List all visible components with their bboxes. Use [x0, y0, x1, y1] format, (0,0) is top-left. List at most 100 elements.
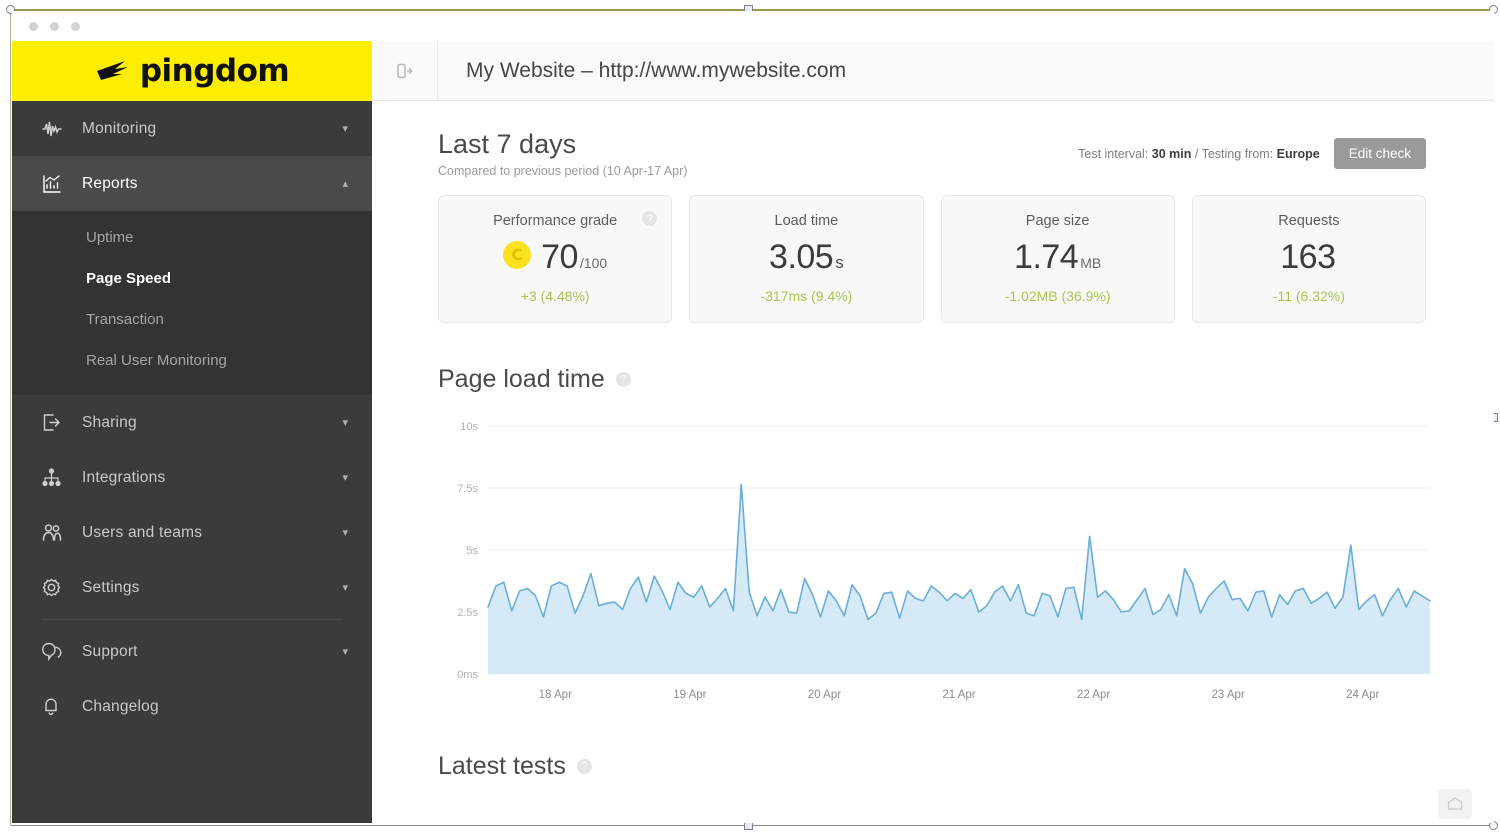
chat-widget-icon[interactable]: [1438, 789, 1472, 819]
testing-from-value: Europe: [1276, 146, 1320, 161]
sidebar-subitem-page-speed[interactable]: Page Speed: [12, 258, 372, 299]
pulse-icon: [42, 120, 68, 138]
page-load-time-section: Page load time ? 10s 7.5s 5s 2.5s 0ms 18 Apr 1…: [372, 323, 1494, 716]
help-icon[interactable]: ?: [642, 211, 658, 226]
metric-card-requests: Requests 163 -11 (6.32%): [1191, 195, 1426, 323]
sidebar-subitem-real-user-monitoring[interactable]: Real User Monitoring: [12, 340, 372, 381]
test-interval-value: 30 min: [1151, 146, 1192, 161]
svg-text:2.5s: 2.5s: [457, 607, 478, 619]
sidebar-subitem-label: Transaction: [86, 311, 164, 328]
content-scroll-area: Last 7 days Compared to previous period …: [372, 101, 1494, 823]
sidebar-item-label: Sharing: [82, 413, 137, 431]
metric-delta: +3 (4.48%): [520, 288, 590, 304]
metric-label: Page size: [1025, 213, 1090, 229]
bell-icon: [42, 697, 68, 716]
brand-logo: pingdom: [95, 53, 290, 89]
svg-text:0ms: 0ms: [457, 669, 478, 681]
sidebar: pingdom Monitoring ▾ Reports ▴ Uptime Pa…: [12, 41, 372, 823]
metric-value: 163: [1280, 238, 1336, 276]
metric-unit: /100: [579, 255, 608, 271]
svg-text:10s: 10s: [460, 421, 478, 433]
period-header: Last 7 days Compared to previous period …: [372, 129, 1494, 178]
sidebar-item-label: Reports: [82, 174, 138, 192]
metric-label: Requests: [1278, 213, 1340, 229]
svg-text:19 Apr: 19 Apr: [673, 689, 706, 701]
period-title: Last 7 days: [438, 129, 577, 159]
metric-delta: -11 (6.32%): [1272, 288, 1345, 304]
chevron-down-icon: ▾: [342, 123, 348, 135]
minimize-window-button[interactable]: [50, 21, 59, 31]
metric-card-load-time: Load time 3.05 s -317ms (9.4%): [689, 195, 924, 323]
sidebar-item-label: Changelog: [82, 697, 159, 715]
brand-name: pingdom: [139, 53, 290, 89]
metric-card-page-size: Page size 1.74 MB -1.02MB (36.9%): [940, 195, 1175, 323]
chat-bubbles-icon: [42, 642, 68, 661]
chart-canvas: 10s 7.5s 5s 2.5s 0ms 18 Apr 19 Apr 20 Apr 21 Apr…: [457, 421, 1431, 701]
metric-value-row: 1.74 MB: [1014, 238, 1101, 277]
pingdom-mark-icon: [96, 61, 128, 80]
section-header: Latest tests ?: [438, 752, 1426, 781]
chevron-up-icon: ▴: [342, 178, 348, 190]
sidebar-item-label: Support: [82, 642, 138, 660]
sidebar-subitem-label: Uptime: [86, 229, 134, 246]
help-icon[interactable]: ?: [615, 372, 631, 387]
svg-text:7.5s: 7.5s: [457, 483, 478, 495]
gear-icon: [42, 578, 68, 597]
test-interval-prefix: Test interval:: [1078, 146, 1149, 161]
svg-text:23 Apr: 23 Apr: [1212, 689, 1245, 701]
sidebar-submenu-reports: Uptime Page Speed Transaction Real User …: [12, 211, 372, 395]
sidebar-item-settings[interactable]: Settings ▾: [12, 560, 372, 615]
selection-border-left: [10, 9, 11, 826]
share-export-icon: [42, 413, 68, 432]
sidebar-subitem-uptime[interactable]: Uptime: [12, 217, 372, 258]
help-icon[interactable]: ?: [576, 759, 592, 774]
sidebar-item-label: Settings: [82, 578, 140, 596]
metric-value-row: 163: [1280, 238, 1337, 277]
sidebar-item-users-and-teams[interactable]: Users and teams ▾: [12, 505, 372, 560]
sidebar-item-support[interactable]: Support ▾: [12, 624, 372, 679]
page-title: My Website – http://www.mywebsite.com: [466, 58, 847, 82]
sidebar-item-sharing[interactable]: Sharing ▾: [12, 395, 372, 450]
performance-grade-badge: C: [503, 240, 532, 269]
section-header: Page load time ?: [438, 365, 1426, 394]
sitemap-icon: [42, 468, 68, 487]
sidebar-divider: [42, 619, 342, 620]
svg-text:22 Apr: 22 Apr: [1077, 689, 1110, 701]
sidebar-item-integrations[interactable]: Integrations ▾: [12, 450, 372, 505]
metric-value: 1.74: [1014, 238, 1079, 276]
svg-text:21 Apr: 21 Apr: [942, 689, 975, 701]
sidebar-item-monitoring[interactable]: Monitoring ▾: [12, 101, 372, 156]
close-window-button[interactable]: [29, 21, 38, 31]
main-content: My Website – http://www.mywebsite.com La…: [372, 41, 1494, 823]
period-subtitle: Compared to previous period (10 Apr-17 A…: [438, 164, 688, 178]
sidebar-item-changelog[interactable]: Changelog: [12, 679, 372, 734]
metric-cards: ? Performance grade C 70 /100 +3 (4.48%)…: [372, 178, 1494, 323]
brand-logo-bar[interactable]: pingdom: [12, 41, 372, 101]
metric-label: Performance grade: [493, 213, 618, 229]
metric-unit: s: [835, 253, 844, 272]
bar-chart-icon: [42, 174, 68, 194]
metric-label: Load time: [774, 213, 839, 229]
window-titlebar: [12, 11, 1494, 41]
metric-value: 3.05: [769, 238, 834, 276]
svg-text:18 Apr: 18 Apr: [539, 689, 572, 701]
chevron-down-icon: ▾: [342, 582, 348, 594]
svg-text:24 Apr: 24 Apr: [1346, 689, 1379, 701]
page-load-time-chart[interactable]: 10s 7.5s 5s 2.5s 0ms 18 Apr 19 Apr 20 Apr 21 Apr…: [438, 416, 1431, 716]
metric-value-row: C 70 /100: [503, 238, 607, 277]
chevron-down-icon: ▾: [342, 646, 348, 658]
panel-expand-icon[interactable]: [372, 41, 438, 100]
metric-value: 70: [541, 238, 578, 276]
browser-window: pingdom Monitoring ▾ Reports ▴ Uptime Pa…: [12, 11, 1494, 823]
edit-check-button[interactable]: Edit check: [1333, 138, 1426, 169]
testing-from-prefix: Testing from:: [1201, 146, 1274, 161]
sidebar-item-reports[interactable]: Reports ▴: [12, 156, 372, 211]
period-header-right: Test interval: 30 min / Testing from: Eu…: [1078, 129, 1426, 169]
period-header-left: Last 7 days Compared to previous period …: [438, 129, 687, 178]
sidebar-subitem-transaction[interactable]: Transaction: [12, 299, 372, 340]
sidebar-item-label: Monitoring: [82, 119, 157, 137]
top-bar: My Website – http://www.mywebsite.com: [372, 41, 1494, 101]
test-interval-info: Test interval: 30 min / Testing from: Eu…: [1078, 147, 1320, 161]
chevron-down-icon: ▾: [342, 527, 348, 539]
zoom-window-button[interactable]: [71, 21, 80, 31]
